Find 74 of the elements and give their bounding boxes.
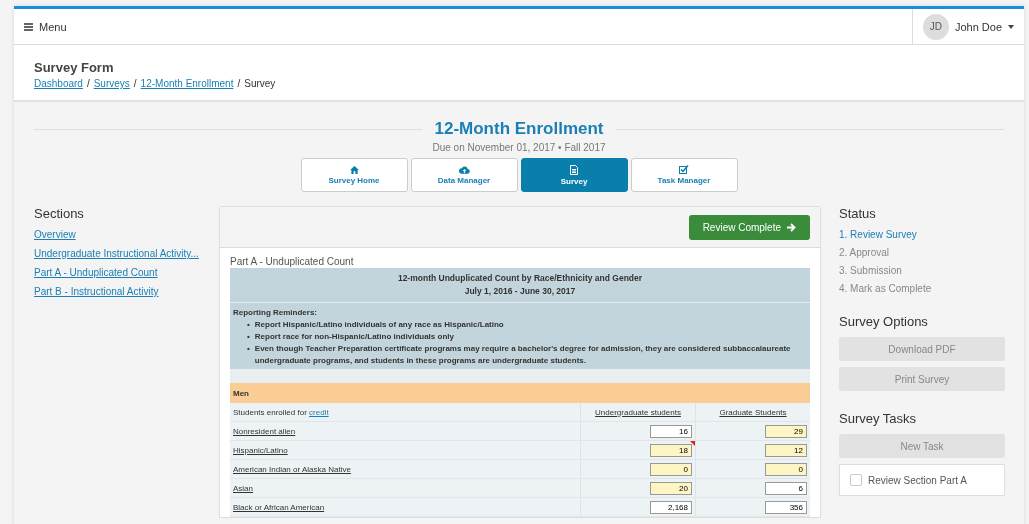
new-task-button[interactable]: New Task <box>839 434 1005 458</box>
reminder-text: Report Hispanic/Latino individuals of any race as Hispanic/Latino <box>254 319 504 331</box>
due-date: Due on November 01, 2017 <box>432 142 556 153</box>
reminder-text: Even though Teacher Preparation certificate programs may require a bachelor's degree for admission, they are considered subbaccalaureate undergraduate programs, and students in these programs are undergraduate students. <box>254 343 792 367</box>
section-link[interactable]: Part B - Instructional Activity <box>34 286 219 297</box>
row-label: Hispanic/Latino <box>233 445 288 455</box>
option-button[interactable]: Print Survey <box>839 367 1005 391</box>
input-field[interactable]: 0 <box>765 462 807 476</box>
section-link[interactable]: Overview <box>34 229 219 240</box>
menu-button[interactable]: Menu <box>14 9 77 44</box>
input-field[interactable]: 2,168 <box>650 500 692 514</box>
status-heading: Status <box>839 206 877 221</box>
task-label: Review Section Part A <box>868 474 967 486</box>
input-field[interactable]: 16 <box>650 424 692 438</box>
row-label: Asian <box>233 483 253 493</box>
option-button[interactable]: Download PDF <box>839 337 1005 361</box>
dot-separator: • <box>558 142 562 153</box>
reminders-title: Reporting Reminders: <box>233 307 318 319</box>
section-link[interactable]: Undergraduate Instructional Activity... <box>34 248 219 259</box>
input-field[interactable]: 356 <box>765 500 807 514</box>
input-field[interactable]: 29 <box>765 424 807 438</box>
input-field[interactable]: 6 <box>765 481 807 495</box>
breadcrumb-separator: / <box>86 78 90 89</box>
avatar: JD <box>922 13 949 40</box>
breadcrumb-link[interactable]: Surveys <box>93 78 130 89</box>
breadcrumb-separator: / <box>237 78 241 89</box>
breadcrumb-separator: / <box>133 78 137 89</box>
arrow-right-icon <box>787 222 796 232</box>
home-icon <box>349 165 359 174</box>
tab[interactable]: Task Manager <box>630 158 738 192</box>
cloud-upload-icon <box>458 165 470 174</box>
user-menu[interactable]: JD John Doe <box>911 9 1024 44</box>
tab[interactable]: Data Manager <box>410 158 518 192</box>
row-label: Nonresident alien <box>233 426 296 436</box>
table-title: 12-month Unduplicated Count by Race/Ethnicity and Gender <box>396 272 644 285</box>
part-title: Part A - Unduplicated Count <box>230 256 355 267</box>
status-step: 2. Approval <box>839 247 1005 258</box>
breadcrumb-link[interactable]: Dashboard <box>34 78 83 89</box>
section-link[interactable]: Part A - Unduplicated Count <box>34 267 219 278</box>
checkbox-icon <box>679 165 689 174</box>
input-field[interactable]: 18 <box>650 443 692 457</box>
row-label: Black or African American <box>233 502 325 512</box>
bullet: • <box>247 343 250 355</box>
term: Fall 2017 <box>564 142 606 153</box>
column-header: Graduate Students <box>719 407 787 417</box>
status-step: 3. Submission <box>839 265 1005 276</box>
status-step: 4. Mark as Complete <box>839 283 1005 294</box>
menu-icon <box>24 22 33 31</box>
sections-heading: Sections <box>34 206 85 221</box>
input-field[interactable]: 20 <box>650 481 692 495</box>
bullet: • <box>247 331 250 343</box>
tab[interactable]: Survey <box>520 158 628 192</box>
row-label: American Indian or Alaska Native <box>233 464 351 474</box>
breadcrumb-link[interactable]: 12-Month Enrollment <box>140 78 234 89</box>
survey-title: 12-Month Enrollment <box>434 119 604 139</box>
checkbox[interactable] <box>850 474 862 486</box>
input-field[interactable]: 12 <box>765 443 807 457</box>
input-field[interactable]: 0 <box>650 462 692 476</box>
credit-link[interactable]: credit <box>309 407 329 417</box>
column-header: Undergraduate students <box>595 407 681 417</box>
status-step: 1. Review Survey <box>839 229 1005 240</box>
breadcrumb-current: Survey <box>244 78 276 89</box>
enrolled-text: Students enrolled for credit <box>233 407 329 417</box>
document-icon <box>570 164 578 175</box>
page-title: Survey Form <box>34 60 115 75</box>
options-heading: Survey Options <box>839 314 929 329</box>
reminder-text: Report race for non-Hispanic/Latino individuals only <box>254 331 454 343</box>
caret-icon <box>1008 24 1014 29</box>
bullet: • <box>247 319 250 331</box>
tasks-heading: Survey Tasks <box>839 411 918 426</box>
review-complete-button[interactable]: Review Complete <box>688 214 810 240</box>
table-period: July 1, 2016 - June 30, 2017 <box>463 285 577 298</box>
tab[interactable]: Survey Home <box>300 158 408 192</box>
group-header: Men <box>230 383 810 403</box>
